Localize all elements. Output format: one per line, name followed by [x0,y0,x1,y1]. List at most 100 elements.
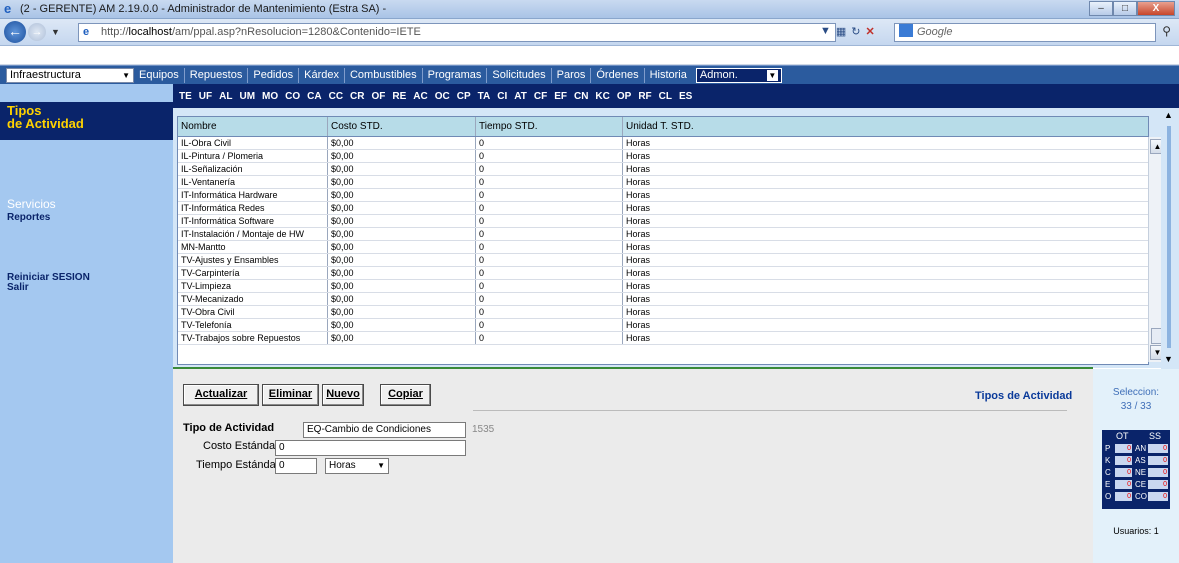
tab-cc[interactable]: CC [329,91,343,102]
table-row[interactable]: IT-Informática Hardware $0,00 0 Horas [178,189,1148,202]
tab-of[interactable]: OF [372,91,386,102]
cell-nombre: IT-Instalación / Montaje de HW [178,228,328,240]
table-row[interactable]: MN-Mantto $0,00 0 Horas [178,241,1148,254]
menu-programas[interactable]: Programas [421,67,487,83]
menu-solicitudes[interactable]: Solicitudes [486,67,550,83]
tab-ci[interactable]: CI [497,91,507,102]
table-row[interactable]: IT-Informática Redes $0,00 0 Horas [178,202,1148,215]
ss-label: NE [1135,468,1147,477]
tipo-field[interactable]: EQ-Cambio de Condiciones [303,422,466,438]
menu-combustibles[interactable]: Combustibles [343,67,422,83]
costo-field[interactable]: 0 [275,440,466,456]
cell-costo: $0,00 [328,254,476,266]
tiempo-field[interactable]: 0 [275,458,317,474]
back-button[interactable]: ← [4,21,26,43]
form-title: Tipos de Actividad [975,390,1073,402]
refresh-icon[interactable]: ↻ [851,25,860,38]
tab-uf[interactable]: UF [199,91,212,102]
compat-view-icon[interactable]: ▦ [836,25,846,38]
tab-kc[interactable]: KC [595,91,609,102]
table-row[interactable]: IL-Señalización $0,00 0 Horas [178,163,1148,176]
tab-ef[interactable]: EF [554,91,567,102]
table-row[interactable]: IT-Informática Software $0,00 0 Horas [178,215,1148,228]
site-select[interactable]: Infraestructura ▼ [6,67,134,83]
tab-cn[interactable]: CN [574,91,588,102]
table-row[interactable]: TV-Trabajos sobre Repuestos $0,00 0 Horas [178,332,1148,345]
frame-scroll-up-icon[interactable]: ▲ [1164,110,1173,120]
ot-label: O [1105,492,1112,501]
tab-re[interactable]: RE [392,91,406,102]
tab-te[interactable]: TE [179,91,192,102]
column-header-nombre[interactable]: Nombre [178,117,328,136]
search-field[interactable]: Google [894,23,1156,42]
tab-cf[interactable]: CF [534,91,547,102]
url-dropdown-icon[interactable]: ▼ [820,25,831,38]
eliminar-button[interactable]: Eliminar [262,384,319,406]
ss-count: 0 [1148,480,1168,489]
column-header-unidad[interactable]: Unidad T. STD. [623,117,1133,136]
frame-scroll-thumb[interactable] [1167,126,1171,348]
tab-um[interactable]: UM [239,91,255,102]
cell-nombre: TV-Trabajos sobre Repuestos [178,332,328,344]
sidebar-link-reportes[interactable]: Reportes [7,212,50,223]
table-row[interactable]: IT-Instalación / Montaje de HW $0,00 0 Hora… [178,228,1148,241]
tab-es[interactable]: ES [679,91,692,102]
tab-mo[interactable]: MO [262,91,278,102]
unidad-select[interactable]: Horas ▼ [325,458,389,474]
table-row[interactable]: TV-Obra Civil $0,00 0 Horas [178,306,1148,319]
table-row[interactable]: IL-Ventanería $0,00 0 Horas [178,176,1148,189]
admin-select[interactable]: Admon. ▼ [695,67,782,83]
cell-nombre: IT-Informática Redes [178,202,328,214]
tab-op[interactable]: OP [617,91,631,102]
tab-al[interactable]: AL [219,91,232,102]
table-row[interactable]: IL-Pintura / Plomeria $0,00 0 Horas [178,150,1148,163]
cell-unidad: Horas [626,151,651,161]
table-row[interactable]: TV-Telefonía $0,00 0 Horas [178,319,1148,332]
minimize-button[interactable]: – [1089,1,1113,16]
url-field[interactable]: e http://localhost/am/ppal.asp?nResoluci… [78,23,836,42]
tab-at[interactable]: AT [514,91,527,102]
tab-cp[interactable]: CP [457,91,471,102]
chevron-down-icon: ▼ [122,70,130,80]
table-row[interactable]: TV-Carpintería $0,00 0 Horas [178,267,1148,280]
frame-scroll-down-icon[interactable]: ▼ [1164,354,1173,364]
column-header-tiempo[interactable]: Tiempo STD. [476,117,623,136]
cell-nombre: TV-Ajustes y Ensambles [178,254,328,266]
sidebar-link-salir[interactable]: Salir [7,282,29,293]
menu-ordenes[interactable]: Órdenes [590,67,643,83]
table-row[interactable]: TV-Ajustes y Ensambles $0,00 0 Horas [178,254,1148,267]
menu-repuestos[interactable]: Repuestos [183,67,248,83]
close-button[interactable]: X [1137,1,1175,16]
table-row[interactable]: TV-Mecanizado $0,00 0 Horas [178,293,1148,306]
menu-paros[interactable]: Paros [550,67,591,83]
forward-button[interactable]: → [28,23,46,41]
tab-cl[interactable]: CL [659,91,672,102]
tab-ac[interactable]: AC [413,91,427,102]
table-row[interactable]: IL-Obra Civil $0,00 0 Horas [178,137,1148,150]
column-header-costo[interactable]: Costo STD. [328,117,476,136]
stop-icon[interactable]: ✕ [866,25,875,38]
menu-equipos[interactable]: Equipos [134,68,184,83]
search-icon[interactable]: ⚲ [1162,24,1171,38]
table-row[interactable]: TV-Limpieza $0,00 0 Horas [178,280,1148,293]
tab-ca[interactable]: CA [307,91,321,102]
maximize-button[interactable]: □ [1113,1,1137,16]
menu-kardex[interactable]: Kárdex [298,67,344,83]
history-dropdown-icon[interactable]: ▼ [51,27,60,37]
cell-tiempo: 0 [476,332,623,344]
tipo-label: Tipo de Actividad [183,422,275,434]
tab-co[interactable]: CO [285,91,300,102]
costo-label: Costo Estándar [203,440,279,452]
actualizar-button[interactable]: Actualizar [183,384,259,406]
menu-historia[interactable]: Historia [643,67,692,83]
counter-row: K 0 AS 0 [1102,455,1170,466]
tab-cr[interactable]: CR [350,91,364,102]
tab-oc[interactable]: OC [435,91,450,102]
tab-rf[interactable]: RF [638,91,651,102]
copiar-button[interactable]: Copiar [380,384,431,406]
menu-pedidos[interactable]: Pedidos [247,67,298,83]
cell-unidad: Horas [626,268,651,278]
frame-scrollbar[interactable]: ▲ ▼ [1161,108,1179,370]
nuevo-button[interactable]: Nuevo [322,384,364,406]
tab-ta[interactable]: TA [478,91,491,102]
